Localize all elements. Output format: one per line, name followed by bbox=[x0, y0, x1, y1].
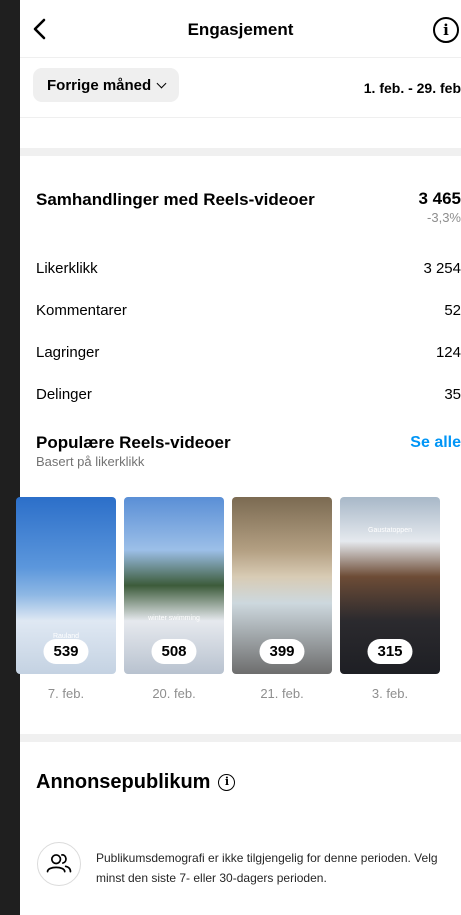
reel-date: 7. feb. bbox=[47, 686, 85, 701]
audience-header: Annonsepublikum i bbox=[36, 771, 236, 794]
metric-label: Delinger bbox=[36, 386, 92, 403]
interactions-summary: Samhandlinger med Reels-videoer 3 465 -3… bbox=[20, 156, 461, 226]
page-title: Engasjement bbox=[187, 20, 294, 39]
metric-row: Likerklikk 3 254 bbox=[20, 245, 461, 287]
reel-date: 21. feb. bbox=[260, 686, 304, 701]
info-icon[interactable]: i bbox=[218, 774, 236, 791]
popular-reels-header: Populære Reels-videoer Basert på likerkl… bbox=[20, 413, 461, 473]
people-icon bbox=[37, 842, 81, 886]
metric-row: Lagringer 124 bbox=[20, 329, 461, 371]
top-bar: Engasjement i bbox=[20, 0, 461, 58]
popular-reels-subtitle: Basert på likerklikk bbox=[36, 454, 145, 469]
metric-row: Kommentarer 52 bbox=[20, 287, 461, 329]
reel-like-count: 539 bbox=[43, 639, 89, 664]
reel-caption: Gaustatoppen bbox=[368, 527, 412, 534]
reel-dates: 7. feb. 20. feb. 21. feb. 3. feb. bbox=[16, 686, 456, 702]
interactions-change: -3,3% bbox=[427, 210, 461, 225]
interactions-total: 3 465 bbox=[418, 189, 461, 208]
metric-value: 35 bbox=[444, 386, 461, 403]
reel-like-count: 508 bbox=[151, 639, 197, 664]
chevron-down-icon bbox=[156, 78, 167, 88]
reels-carousel: Rauland 539 winter swimming 508 399 Gaus… bbox=[16, 497, 456, 677]
section-divider bbox=[20, 148, 461, 156]
metric-label: Likerklikk bbox=[36, 260, 98, 277]
reel-thumbnail[interactable]: Rauland 539 bbox=[16, 497, 116, 674]
screen-edge bbox=[0, 0, 20, 915]
reel-thumbnail[interactable]: winter swimming 508 bbox=[124, 497, 224, 674]
audience-message: Publikumsdemografi er ikke tilgjengelig … bbox=[96, 851, 438, 885]
reel-like-count: 399 bbox=[259, 639, 305, 664]
period-dropdown[interactable]: Forrige måned bbox=[33, 68, 180, 102]
metric-value: 3 254 bbox=[423, 260, 461, 277]
metric-label: Kommentarer bbox=[36, 302, 127, 319]
info-icon[interactable]: i bbox=[433, 17, 459, 43]
popular-reels-title: Populære Reels-videoer bbox=[36, 433, 231, 452]
filter-row: Forrige måned 1. feb. - 29. feb bbox=[20, 58, 461, 118]
date-range: 1. feb. - 29. feb bbox=[363, 80, 461, 96]
metric-row: Delinger 35 bbox=[20, 371, 461, 413]
audience-title: Annonsepublikum bbox=[36, 771, 211, 793]
metric-value: 52 bbox=[444, 302, 461, 319]
metric-label: Lagringer bbox=[36, 344, 100, 361]
metric-value: 124 bbox=[435, 344, 461, 361]
reel-thumbnail[interactable]: Gaustatoppen 315 bbox=[340, 497, 440, 674]
reel-like-count: 315 bbox=[367, 639, 413, 664]
period-label: Forrige måned bbox=[47, 76, 152, 94]
section-divider bbox=[20, 734, 461, 742]
reel-date: 20. feb. bbox=[152, 686, 196, 701]
see-all-link[interactable]: Se alle bbox=[410, 434, 461, 452]
interactions-title: Samhandlinger med Reels-videoer bbox=[36, 190, 315, 209]
reel-caption: winter swimming bbox=[148, 615, 200, 622]
reel-thumbnail[interactable]: 399 bbox=[232, 497, 332, 674]
reel-date: 3. feb. bbox=[371, 686, 409, 701]
